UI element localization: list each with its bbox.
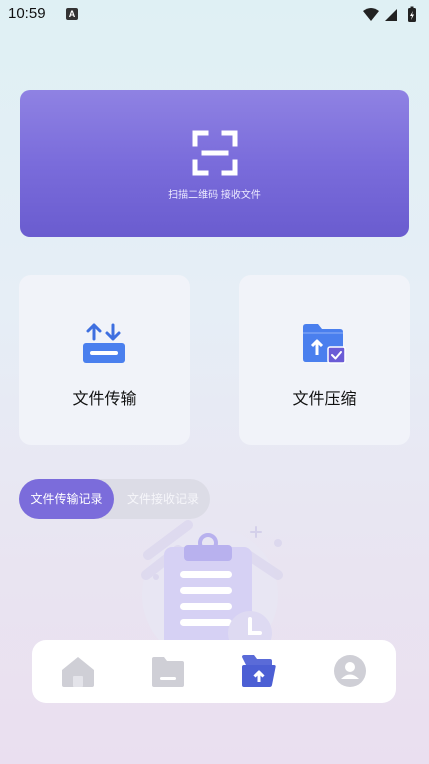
folder-icon[interactable] bbox=[148, 651, 188, 691]
record-tab-switch: 文件传输记录 文件接收记录 bbox=[19, 479, 210, 519]
file-transfer-card[interactable]: 文件传输 bbox=[19, 275, 190, 445]
file-compress-card[interactable]: 文件压缩 bbox=[239, 275, 410, 445]
file-compress-label: 文件压缩 bbox=[292, 391, 357, 408]
home-icon[interactable] bbox=[58, 651, 98, 691]
status-time: 10:59 bbox=[8, 5, 46, 22]
scan-qr-label: 扫描二维码 接收文件 bbox=[168, 190, 261, 201]
empty-records-illustration-icon bbox=[141, 520, 283, 655]
status-icons bbox=[363, 6, 416, 22]
folder-upload-icon[interactable] bbox=[238, 651, 278, 691]
battery-charging-icon bbox=[408, 6, 416, 22]
compress-folder-icon bbox=[303, 324, 346, 364]
wifi-icon bbox=[363, 8, 379, 21]
scan-qr-card[interactable]: 扫描二维码 接收文件 bbox=[20, 90, 409, 237]
scan-qr-icon bbox=[192, 130, 238, 176]
file-transfer-label: 文件传输 bbox=[72, 391, 137, 408]
signal-icon bbox=[385, 9, 397, 21]
profile-icon[interactable] bbox=[330, 651, 370, 691]
keyboard-indicator-icon: A bbox=[66, 8, 78, 20]
transfer-icon bbox=[83, 323, 125, 363]
tab-transfer-records[interactable]: 文件传输记录 bbox=[19, 479, 114, 519]
status-bar: 10:59 A bbox=[0, 0, 429, 30]
bottom-nav bbox=[32, 640, 396, 703]
tab-receive-records[interactable]: 文件接收记录 bbox=[116, 479, 210, 519]
